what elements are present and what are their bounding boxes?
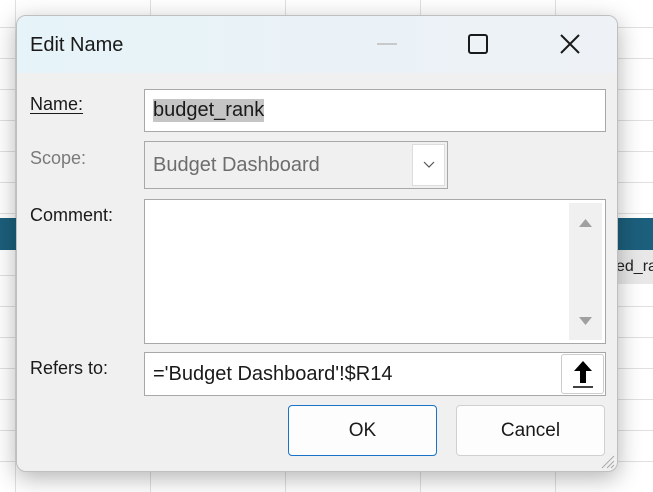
maximize-button[interactable] — [453, 24, 503, 64]
refers-to-value: ='Budget Dashboard'!$R14 — [153, 362, 393, 385]
close-button[interactable] — [545, 24, 595, 64]
scroll-down-icon — [579, 317, 592, 325]
minimize-button[interactable] — [362, 24, 412, 64]
header-band-left — [0, 218, 16, 250]
dialog-title: Edit Name — [30, 34, 124, 56]
edit-name-dialog: Edit Name Name: budget_rank Scope: Budge… — [16, 15, 618, 472]
scope-label: Scope: — [30, 148, 87, 168]
name-label-text: Name: — [30, 94, 84, 114]
comment-scrollbar[interactable] — [569, 203, 602, 340]
scope-value: Budget Dashboard — [153, 153, 320, 176]
name-input[interactable]: budget_rank — [144, 89, 606, 132]
name-label: Name: — [30, 94, 83, 115]
scope-dropdown-button[interactable] — [412, 144, 445, 186]
minimize-icon — [377, 43, 397, 45]
scope-select[interactable]: Budget Dashboard — [144, 141, 448, 189]
background-cell-text: ed_ra — [616, 258, 653, 275]
chevron-down-icon — [423, 161, 434, 168]
scroll-up-icon — [579, 219, 592, 227]
collapse-dialog-button[interactable] — [561, 354, 604, 394]
comment-textarea[interactable] — [144, 199, 606, 344]
ok-button[interactable]: OK — [288, 405, 437, 456]
cancel-button[interactable]: Cancel — [456, 405, 605, 456]
arrow-up-icon — [572, 361, 593, 388]
refers-to-input[interactable]: ='Budget Dashboard'!$R14 — [144, 352, 606, 396]
header-band-right — [617, 218, 653, 250]
resize-grip-icon[interactable] — [599, 453, 615, 469]
name-input-value: budget_rank — [153, 99, 265, 122]
refers-to-label: Refers to: — [30, 358, 109, 378]
title-bar: Edit Name — [17, 16, 617, 73]
comment-label: Comment: — [30, 205, 114, 225]
close-icon — [560, 34, 580, 54]
maximize-icon — [468, 34, 488, 54]
